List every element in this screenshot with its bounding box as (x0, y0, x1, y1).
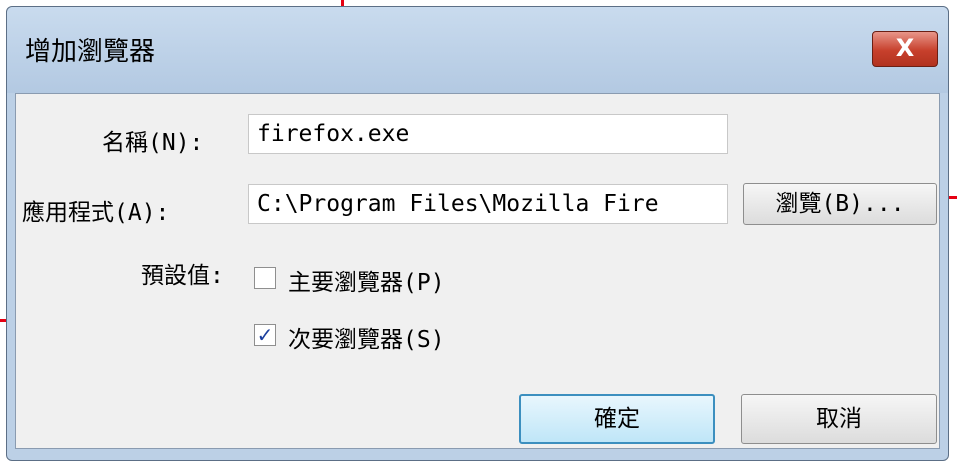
application-path-field[interactable]: C:\Program Files\Mozilla Fire (248, 184, 728, 224)
secondary-browser-label[interactable]: 次要瀏覽器(S) (288, 320, 445, 354)
title-bar[interactable]: 增加瀏覽器 X (7, 7, 948, 93)
cancel-button[interactable]: 取消 (741, 394, 937, 444)
dialog-title: 增加瀏覽器 (25, 37, 156, 67)
close-button[interactable]: X (872, 31, 938, 67)
check-mark-icon: ✓ (256, 323, 274, 347)
ok-button[interactable]: 確定 (519, 394, 715, 444)
dialog-body: 名稱(N): firefox.exe 應用程式(A): C:\Program F… (15, 93, 940, 449)
name-field[interactable]: firefox.exe (248, 114, 728, 154)
primary-browser-label[interactable]: 主要瀏覽器(P) (288, 263, 445, 297)
browse-button[interactable]: 瀏覽(B)... (743, 183, 937, 225)
primary-browser-checkbox[interactable] (254, 267, 276, 289)
name-label: 名稱(N): (102, 130, 204, 156)
application-label: 應用程式(A): (22, 200, 170, 226)
add-browser-dialog: 增加瀏覽器 X 名稱(N): firefox.exe 應用程式(A): C:\P… (6, 6, 949, 461)
secondary-browser-checkbox[interactable]: ✓ (254, 324, 276, 346)
close-icon: X (895, 34, 915, 62)
default-label: 預設值: (141, 263, 224, 289)
